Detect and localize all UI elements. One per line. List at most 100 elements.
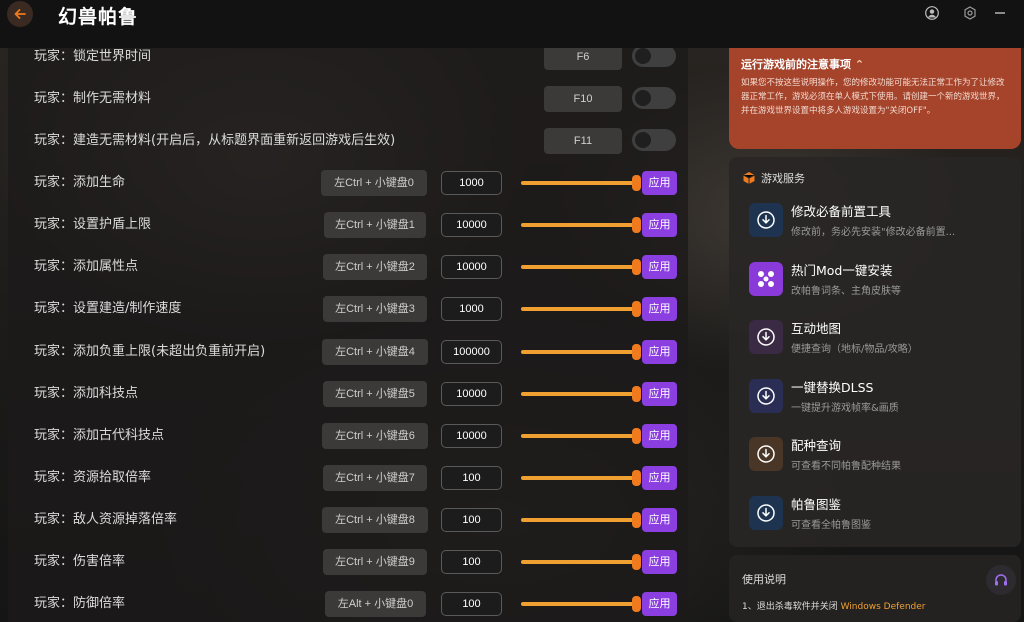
hotkey-button[interactable]: 左Alt + 小键盘0 xyxy=(325,591,426,617)
hotkey-button[interactable]: F6 xyxy=(544,48,622,70)
value-slider[interactable] xyxy=(521,344,641,360)
download-icon xyxy=(757,504,775,522)
chevron-up-icon[interactable]: ⌃ xyxy=(855,58,864,71)
value-slider[interactable] xyxy=(521,259,641,275)
service-item[interactable]: 热门Mod一键安装 改帕鲁词条、主角皮肤等 xyxy=(749,257,1011,301)
cheat-label: 玩家：伤害倍率 xyxy=(34,554,126,569)
hotkey-button[interactable]: 左Ctrl + 小键盘8 xyxy=(322,507,428,533)
value-input[interactable]: 100000 xyxy=(441,340,502,364)
cheat-row: 玩家：添加科技点 左Ctrl + 小键盘5 10000 应用 xyxy=(8,373,688,415)
cheat-label: 玩家：资源拾取倍率 xyxy=(34,470,152,485)
slider-thumb[interactable] xyxy=(632,386,641,402)
toggle-switch[interactable] xyxy=(632,129,676,151)
hotkey-button[interactable]: 左Ctrl + 小键盘1 xyxy=(324,212,426,238)
hotkey-button[interactable]: 左Ctrl + 小键盘4 xyxy=(322,339,428,365)
hotkey-button[interactable]: 左Ctrl + 小键盘7 xyxy=(323,465,427,491)
service-item[interactable]: 修改必备前置工具 修改前，务必先安装"修改必备前置... xyxy=(749,198,1011,242)
apply-button[interactable]: 应用 xyxy=(642,382,677,406)
value-input[interactable]: 100 xyxy=(441,508,502,532)
cheat-row: 玩家：添加古代科技点 左Ctrl + 小键盘6 10000 应用 xyxy=(8,415,688,457)
service-icon xyxy=(749,262,783,296)
slider-thumb[interactable] xyxy=(632,512,641,528)
slider-thumb[interactable] xyxy=(632,554,641,570)
minimize-button[interactable] xyxy=(992,5,1008,21)
apply-button[interactable]: 应用 xyxy=(642,466,677,490)
cheat-row: 玩家：敌人资源掉落倍率 左Ctrl + 小键盘8 100 应用 xyxy=(8,499,688,541)
minimize-icon xyxy=(995,12,1005,14)
value-slider[interactable] xyxy=(521,596,641,612)
toggle-switch[interactable] xyxy=(632,48,676,67)
apply-button[interactable]: 应用 xyxy=(642,424,677,448)
value-input[interactable]: 100 xyxy=(441,466,502,490)
settings-button[interactable] xyxy=(962,5,978,21)
value-slider[interactable] xyxy=(521,470,641,486)
value-input[interactable]: 100 xyxy=(441,592,502,616)
service-item[interactable]: 互动地图 便捷查询（地标/物品/攻略） xyxy=(749,315,1011,359)
hotkey-button[interactable]: 左Ctrl + 小键盘2 xyxy=(323,254,427,280)
cheat-row: 玩家：建造无需材料(开启后，从标题界面重新返回游戏后生效) F11 xyxy=(8,120,688,162)
service-item[interactable]: 帕鲁图鉴 可查看全帕鲁图鉴 xyxy=(749,491,1011,535)
slider-thumb[interactable] xyxy=(632,428,641,444)
service-desc: 修改前，务必先安装"修改必备前置... xyxy=(791,227,956,238)
hotkey-button[interactable]: F11 xyxy=(544,128,622,154)
hotkey-button[interactable]: F10 xyxy=(544,86,622,112)
cheat-label: 玩家：制作无需材料 xyxy=(34,91,152,106)
slider-thumb[interactable] xyxy=(632,217,641,233)
apply-button[interactable]: 应用 xyxy=(642,297,677,321)
toggle-switch[interactable] xyxy=(632,87,676,109)
cheat-label: 玩家：添加生命 xyxy=(34,175,126,190)
account-button[interactable] xyxy=(924,5,940,21)
support-button[interactable] xyxy=(986,565,1016,595)
apply-button[interactable]: 应用 xyxy=(642,213,677,237)
hotkey-button[interactable]: 左Ctrl + 小键盘3 xyxy=(323,296,427,322)
slider-thumb[interactable] xyxy=(632,344,641,360)
cheat-row: 玩家：添加负重上限(未超出负重前开启) 左Ctrl + 小键盘4 100000 应… xyxy=(8,331,688,373)
value-input[interactable]: 10000 xyxy=(441,255,502,279)
cheat-row: 玩家：添加生命 左Ctrl + 小键盘0 1000 应用 xyxy=(8,162,688,204)
service-item[interactable]: 一键替换DLSS 一键提升游戏帧率&画质 xyxy=(749,374,1011,418)
slider-thumb[interactable] xyxy=(632,259,641,275)
apply-button[interactable]: 应用 xyxy=(642,508,677,532)
title-bar: 幻兽帕鲁 xyxy=(0,0,1024,48)
value-input[interactable]: 1000 xyxy=(441,297,502,321)
hotkey-button[interactable]: 左Ctrl + 小键盘0 xyxy=(321,170,427,196)
value-slider[interactable] xyxy=(521,554,641,570)
value-slider[interactable] xyxy=(521,386,641,402)
service-icon xyxy=(749,203,783,237)
value-input[interactable]: 10000 xyxy=(441,382,502,406)
service-item[interactable]: 配种查询 可查看不同帕鲁配种结果 xyxy=(749,432,1011,476)
value-input[interactable]: 10000 xyxy=(441,213,502,237)
hotkey-button[interactable]: 左Ctrl + 小键盘9 xyxy=(323,549,427,575)
back-button[interactable] xyxy=(7,1,33,27)
hotkey-button[interactable]: 左Ctrl + 小键盘6 xyxy=(322,423,428,449)
apply-button[interactable]: 应用 xyxy=(642,592,677,616)
slider-thumb[interactable] xyxy=(632,470,641,486)
value-slider[interactable] xyxy=(521,512,641,528)
cheat-label: 玩家：添加科技点 xyxy=(34,386,139,401)
slider-track xyxy=(521,181,636,185)
value-slider[interactable] xyxy=(521,428,641,444)
service-desc: 改帕鲁词条、主角皮肤等 xyxy=(791,286,901,297)
toggle-knob xyxy=(635,90,651,106)
service-desc: 可查看不同帕鲁配种结果 xyxy=(791,461,901,472)
service-desc: 一键提升游戏帧率&画质 xyxy=(791,403,899,414)
hotkey-button[interactable]: 左Ctrl + 小键盘5 xyxy=(323,381,427,407)
slider-thumb[interactable] xyxy=(632,175,641,191)
download-icon xyxy=(757,211,775,229)
slider-thumb[interactable] xyxy=(632,596,641,612)
apply-button[interactable]: 应用 xyxy=(642,340,677,364)
apply-button[interactable]: 应用 xyxy=(642,171,677,195)
apply-button[interactable]: 应用 xyxy=(642,550,677,574)
service-title: 一键替换DLSS xyxy=(791,380,874,395)
slider-track xyxy=(521,350,636,354)
value-input[interactable]: 100 xyxy=(441,550,502,574)
value-input[interactable]: 10000 xyxy=(441,424,502,448)
value-slider[interactable] xyxy=(521,175,641,191)
value-slider[interactable] xyxy=(521,301,641,317)
value-slider[interactable] xyxy=(521,217,641,233)
value-input[interactable]: 1000 xyxy=(441,171,502,195)
windows-defender-link[interactable]: Windows Defender xyxy=(841,602,926,612)
cheat-list[interactable]: 玩家：锁定世界时间 F6 玩家：制作无需材料 F10 玩家：建造无需材料(开启后，从… xyxy=(8,48,688,622)
apply-button[interactable]: 应用 xyxy=(642,255,677,279)
slider-thumb[interactable] xyxy=(632,301,641,317)
